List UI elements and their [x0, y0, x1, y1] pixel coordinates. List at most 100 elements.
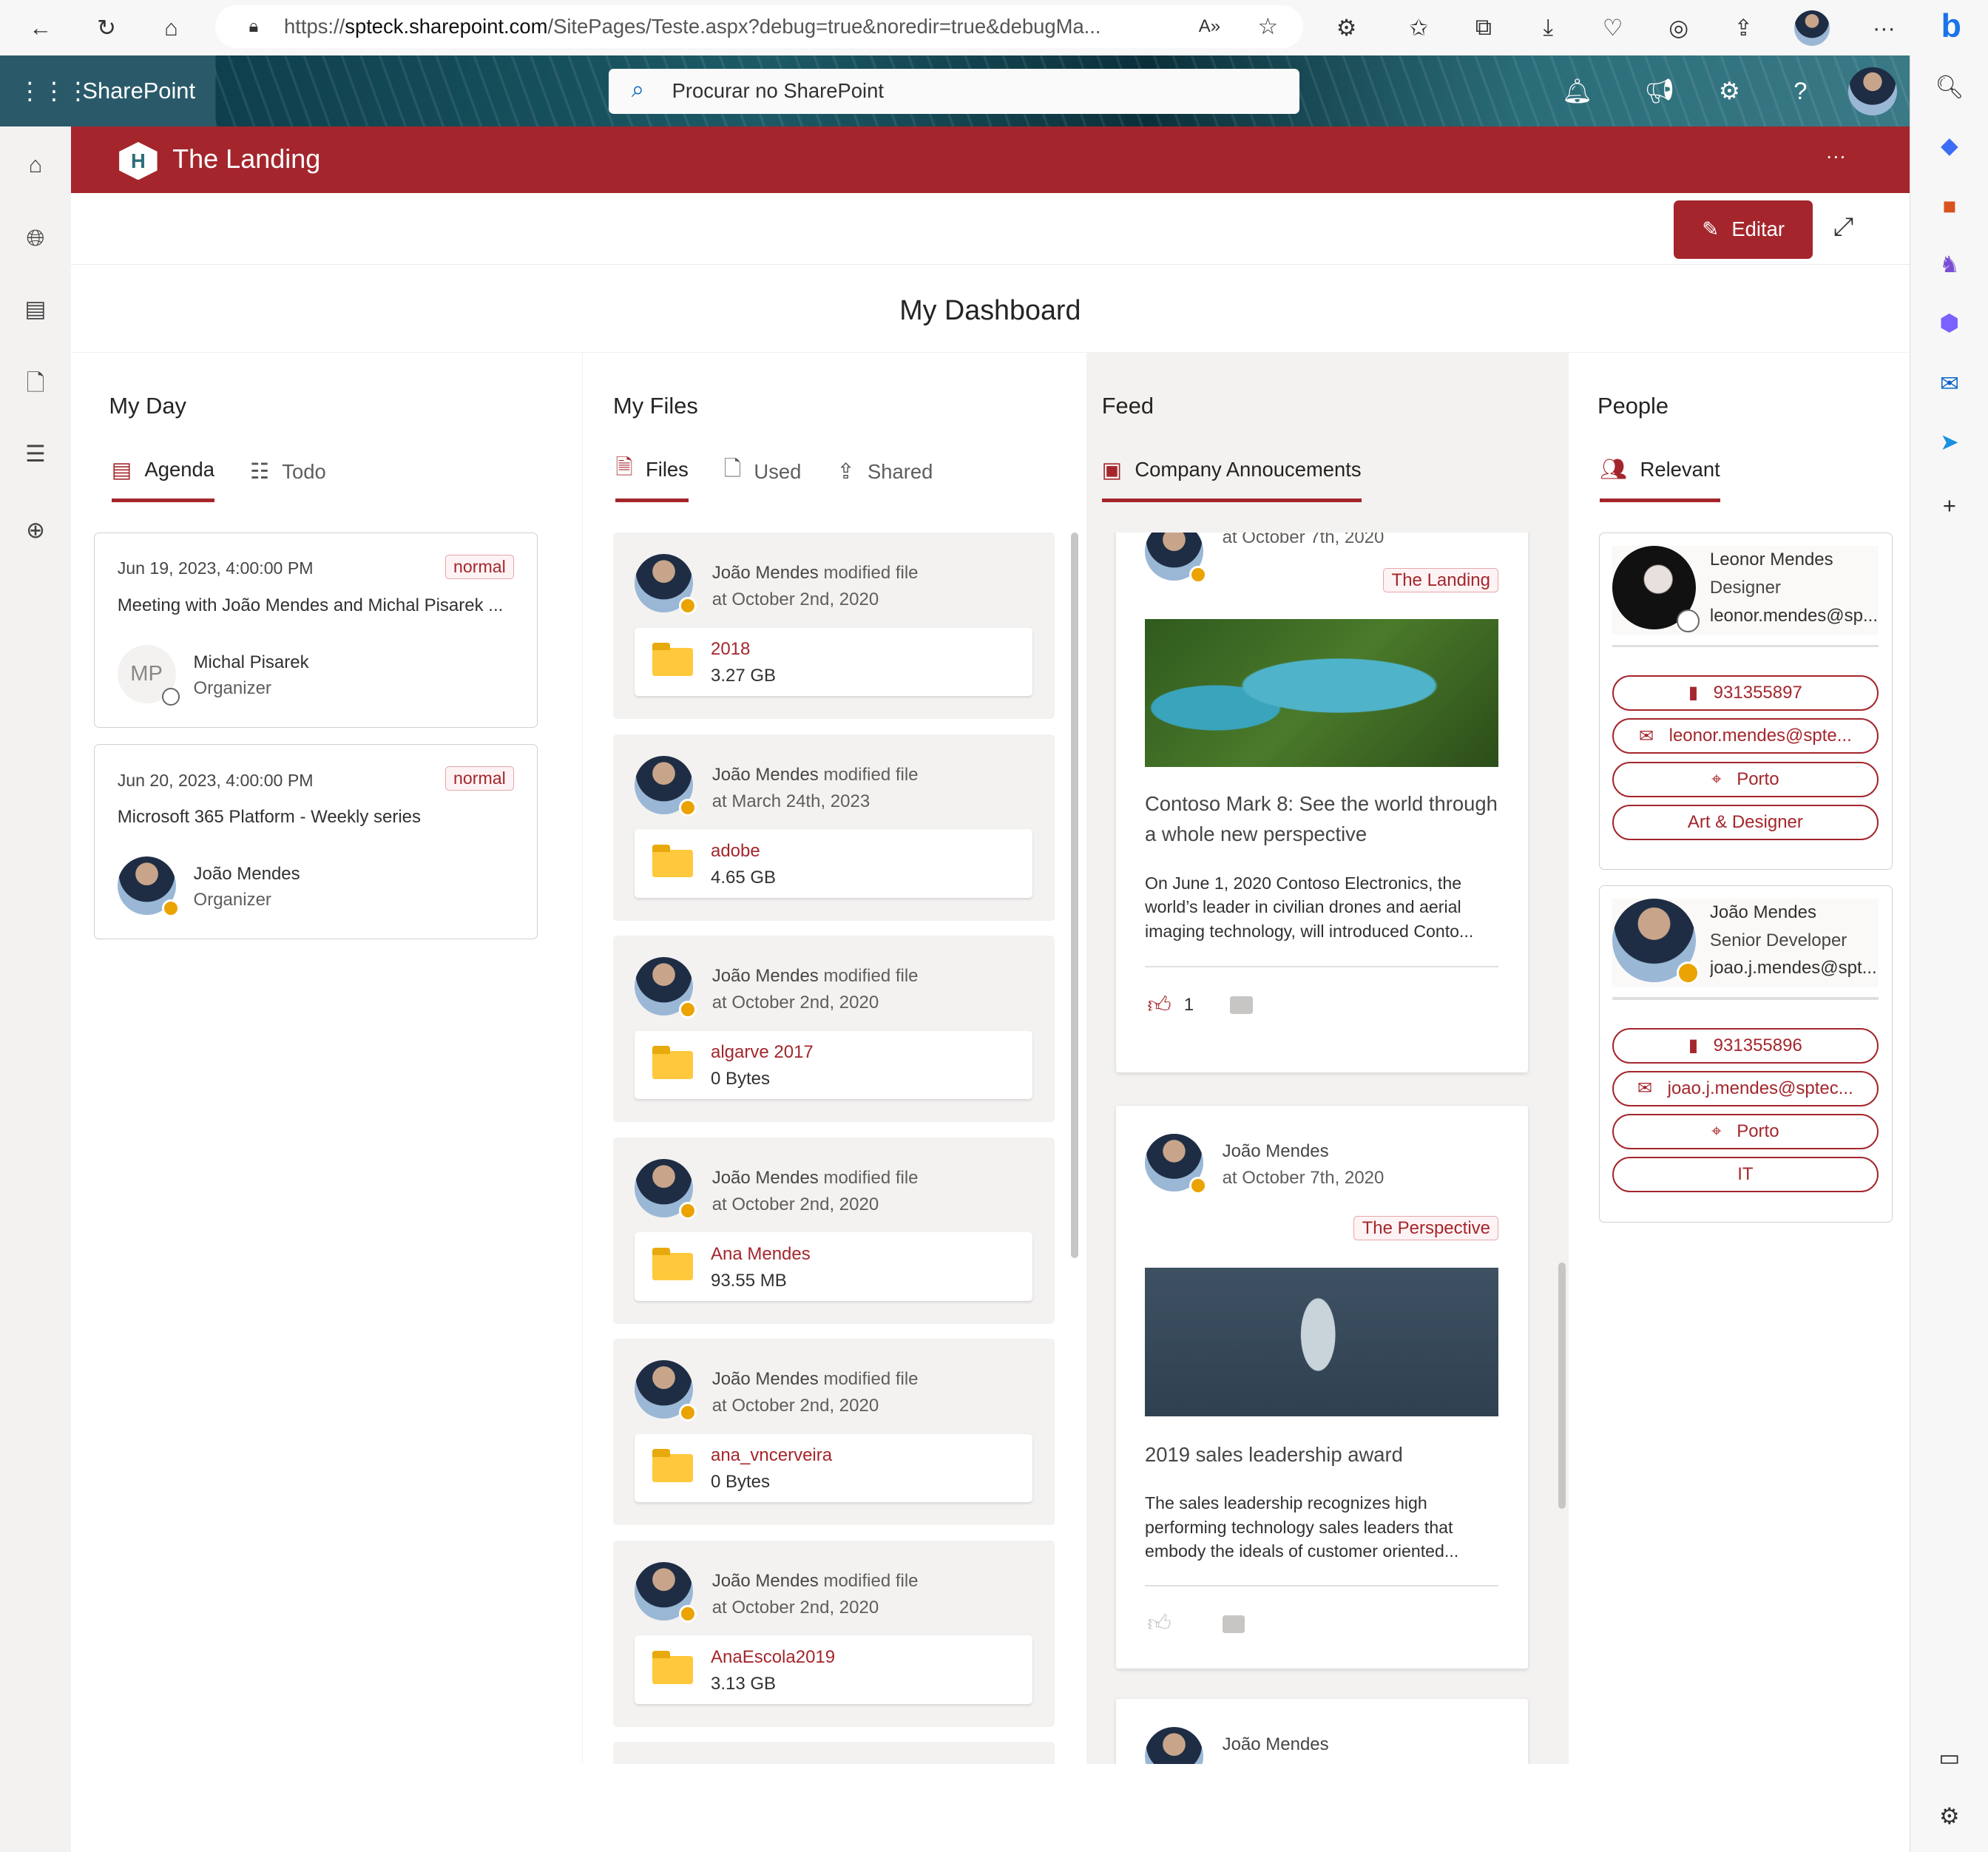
tab-agenda[interactable]: ▤ Agenda	[111, 454, 215, 502]
like-thumb-icon[interactable]: 👍︎	[1147, 992, 1171, 1019]
announcement-post[interactable]: João Mendes	[1115, 1699, 1528, 1764]
read-aloud-icon[interactable]: A»	[1191, 9, 1227, 44]
location-button[interactable]: ⌖ Porto	[1612, 761, 1879, 797]
person-avatar[interactable]	[1612, 546, 1700, 632]
agenda-event[interactable]: Jun 20, 2023, 4:00:00 PM normal Microsof…	[93, 744, 538, 940]
file-item-partial[interactable]	[613, 1742, 1055, 1764]
folder-item[interactable]: AnaEscola2019 3.13 GB	[635, 1635, 1033, 1704]
home-icon[interactable]: ⌂	[18, 147, 53, 183]
person-header[interactable]: Leonor Mendes Designer leonor.mendes@sp.…	[1612, 546, 1879, 635]
post-author: João Mendes	[1222, 1734, 1329, 1755]
folder-name[interactable]: 2018	[711, 639, 750, 660]
like-thumb-icon[interactable]: 👍︎	[1147, 1610, 1171, 1638]
extensions-icon[interactable]: ⚙	[1329, 10, 1365, 46]
favorites-icon[interactable]: ✩	[1401, 10, 1436, 46]
share-icon[interactable]: ⇪	[1725, 10, 1761, 46]
edit-button[interactable]: ✎ Editar	[1673, 200, 1813, 259]
comment-icon[interactable]	[1229, 996, 1253, 1015]
post-title[interactable]: 2019 sales leadership award	[1145, 1439, 1507, 1470]
shopping-tag-icon[interactable]: ◆	[1933, 129, 1967, 163]
email-button[interactable]: ✉ leonor.mendes@spte...	[1612, 718, 1879, 754]
games-icon[interactable]: ♞	[1933, 249, 1967, 282]
location-button[interactable]: ⌖ Porto	[1612, 1114, 1879, 1150]
user-avatar[interactable]	[1848, 67, 1897, 115]
announcement-post[interactable]: João Mendes at October 7th, 2020 The Lan…	[1115, 532, 1528, 1073]
search-box[interactable]: ⌕ Procurar no SharePoint	[608, 68, 1300, 115]
app-name[interactable]: SharePoint	[82, 78, 195, 104]
expand-icon[interactable]: ⤢	[1833, 213, 1853, 242]
health-icon[interactable]: ♡	[1595, 10, 1631, 46]
feed-scrollbar[interactable]	[1558, 1263, 1566, 1509]
search-icon[interactable]: 🔍︎	[1933, 71, 1967, 104]
email-button[interactable]: ✉ joao.j.mendes@sptec...	[1612, 1070, 1879, 1106]
files-scrollbar[interactable]	[1070, 532, 1079, 1258]
award-trophy-image[interactable]	[1144, 1268, 1499, 1416]
notifications-bell-icon[interactable]: 🔔︎	[1560, 73, 1595, 109]
performance-icon[interactable]: ◎	[1661, 10, 1697, 46]
sidebar-toggle-icon[interactable]: ▭	[1933, 1742, 1967, 1775]
tab-used[interactable]: 🗋 Used	[724, 454, 802, 502]
site-logo[interactable]: H	[119, 141, 158, 180]
send-icon[interactable]: ➤	[1933, 426, 1967, 459]
agenda-event[interactable]: Jun 19, 2023, 4:00:00 PM normal Meeting …	[93, 532, 538, 728]
more-options-icon[interactable]: ···	[1826, 144, 1846, 168]
tab-shared[interactable]: ⇪ Shared	[836, 454, 933, 502]
event-title[interactable]: Meeting with João Mendes and Michal Pisa…	[118, 595, 514, 616]
back-icon[interactable]: ←	[23, 10, 58, 46]
folder-name[interactable]: Ana Mendes	[711, 1244, 811, 1265]
more-icon[interactable]: ···	[1866, 10, 1901, 46]
folder-name[interactable]: AnaEscola2019	[711, 1647, 835, 1668]
phone-button[interactable]: ▮ 931355897	[1612, 675, 1879, 711]
address-bar[interactable]: 🔒︎ https://spteck.sharepoint.com/SitePag…	[215, 4, 1304, 49]
department-button[interactable]: Art & Designer	[1612, 804, 1879, 840]
folder-item[interactable]: Ana Mendes 93.55 MB	[635, 1232, 1033, 1301]
favorite-star-icon[interactable]: ☆	[1250, 9, 1285, 44]
folder-name[interactable]: adobe	[711, 841, 760, 862]
site-tag[interactable]: The Landing	[1383, 567, 1499, 593]
help-icon[interactable]: ?	[1782, 73, 1818, 109]
bing-copilot-icon[interactable]: b	[1930, 5, 1972, 48]
file-icon[interactable]: 🗋	[18, 365, 53, 401]
add-icon[interactable]: +	[1933, 490, 1967, 523]
folder-item[interactable]: algarve 2017 0 Bytes	[635, 1030, 1033, 1100]
lists-icon[interactable]: ☰	[18, 436, 53, 472]
tab-todo[interactable]: ☷ Todo	[250, 454, 326, 502]
settings-gear-icon[interactable]: ⚙	[1711, 73, 1747, 109]
person-header[interactable]: João Mendes Senior Developer joao.j.mend…	[1612, 898, 1879, 987]
create-icon[interactable]: ⊕	[18, 513, 53, 548]
collections-icon[interactable]: ⧉	[1466, 10, 1501, 46]
download-icon[interactable]: ⤓	[1530, 10, 1566, 46]
folder-name[interactable]: ana_vncerveira	[711, 1445, 832, 1466]
tab-files[interactable]: 🗎 Files	[615, 454, 689, 502]
post-title[interactable]: Contoso Mark 8: See the world through a …	[1145, 788, 1507, 849]
settings-icon[interactable]: ⚙	[1933, 1800, 1967, 1834]
site-tag[interactable]: The Perspective	[1353, 1215, 1499, 1241]
microsoft365-icon[interactable]: ⬢	[1933, 307, 1967, 340]
phone-button[interactable]: ▮ 931355896	[1612, 1027, 1879, 1064]
announcement-post[interactable]: João Mendes at October 7th, 2020 The Per…	[1115, 1105, 1528, 1669]
refresh-icon[interactable]: ↻	[89, 10, 124, 46]
news-icon[interactable]: ▤	[18, 291, 53, 327]
folder-item[interactable]: 2018 3.27 GB	[635, 627, 1033, 697]
browser-profile-avatar[interactable]	[1793, 10, 1830, 46]
department-button[interactable]: IT	[1612, 1157, 1879, 1193]
folder-item[interactable]: adobe 4.65 GB	[635, 829, 1033, 898]
home-icon[interactable]: ⌂	[153, 10, 189, 46]
app-launcher-icon[interactable]: ⋮⋮⋮	[18, 73, 90, 109]
folder-name[interactable]: algarve 2017	[711, 1042, 814, 1063]
lake-aerial-image[interactable]	[1144, 618, 1499, 768]
lock-icon[interactable]: 🔒︎	[236, 9, 271, 44]
tab-company-annoucements[interactable]: ▣ Company Annoucements	[1101, 454, 1362, 502]
tab-relevant[interactable]: 👥︎ Relevant	[1600, 454, 1720, 502]
event-title[interactable]: Microsoft 365 Platform - Weekly series	[118, 807, 514, 828]
folder-item[interactable]: ana_vncerveira 0 Bytes	[635, 1433, 1033, 1503]
globe-icon[interactable]: 🌐︎	[18, 220, 53, 256]
folder-icon	[652, 844, 693, 878]
tools-icon[interactable]: ■	[1933, 190, 1967, 223]
post-date: at October 7th, 2020	[1222, 1167, 1384, 1188]
person-avatar[interactable]	[1612, 898, 1700, 985]
comment-icon[interactable]	[1222, 1615, 1245, 1633]
outlook-icon[interactable]: ✉	[1933, 368, 1967, 401]
site-title[interactable]: The Landing	[172, 143, 320, 175]
megaphone-icon[interactable]: 📢︎	[1642, 73, 1677, 109]
